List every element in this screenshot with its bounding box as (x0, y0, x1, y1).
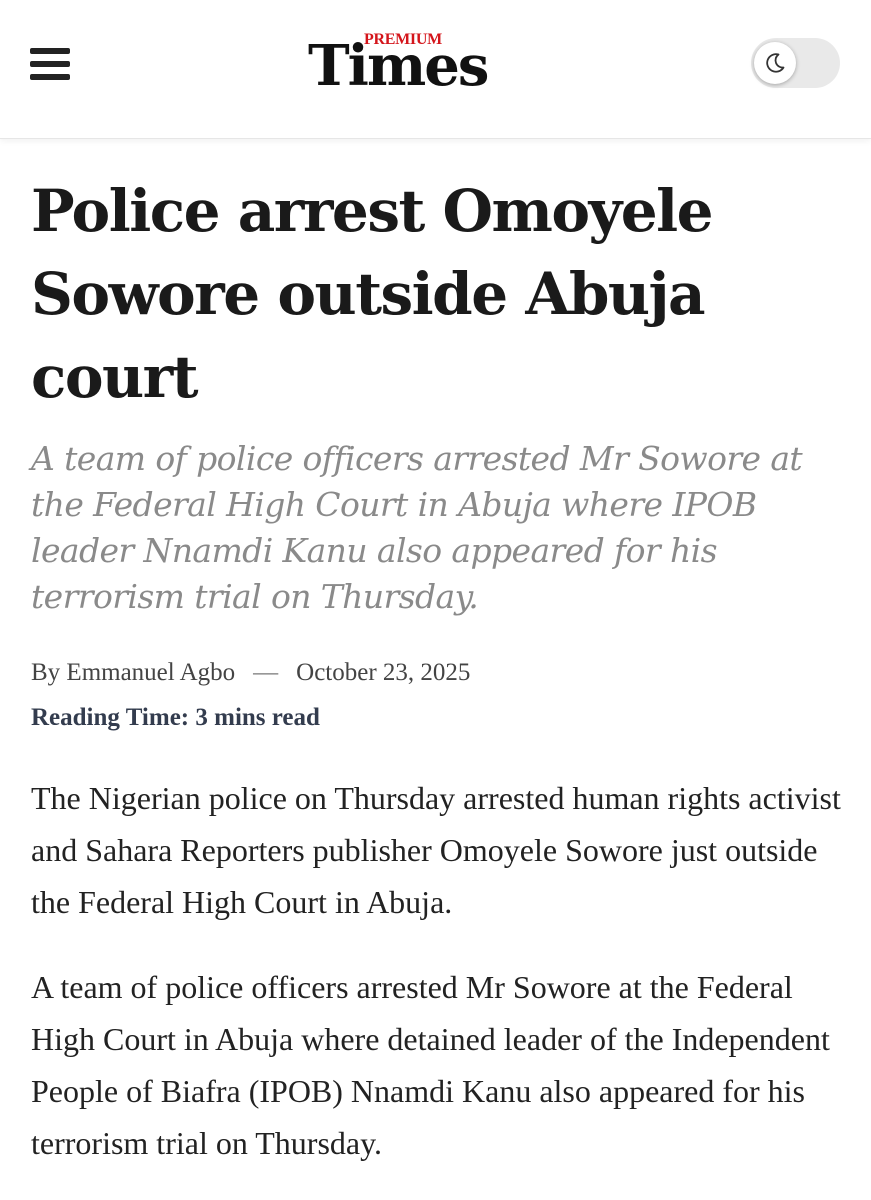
article-paragraph: A team of police officers arrested Mr So… (31, 969, 830, 1161)
site-header: PREMIUM Times (0, 0, 871, 139)
publish-date: October 23, 2025 (296, 659, 471, 686)
article-standfirst: A team of police officers arrested Mr So… (31, 439, 803, 616)
toggle-knob (754, 42, 796, 84)
article-headline: Police arrest Omoyele Sowore outside Abu… (31, 177, 714, 411)
article-paragraph: The Nigerian police on Thursday arrested… (31, 780, 841, 920)
menu-bar (30, 48, 70, 54)
author-link[interactable]: By Emmanuel Agbo (31, 659, 235, 686)
dark-mode-toggle[interactable] (751, 38, 840, 88)
reading-time: Reading Time: 3 mins read (31, 704, 320, 731)
moon-icon (766, 53, 785, 73)
menu-bar (30, 74, 70, 80)
article-byline: By Emmanuel Agbo — October 23, 2025 (31, 657, 470, 689)
byline-separator: — (253, 659, 279, 686)
logo-times-text: Times (308, 33, 489, 99)
hamburger-menu-icon[interactable] (30, 48, 70, 80)
menu-bar (30, 61, 70, 67)
site-logo[interactable]: PREMIUM Times (306, 30, 516, 102)
